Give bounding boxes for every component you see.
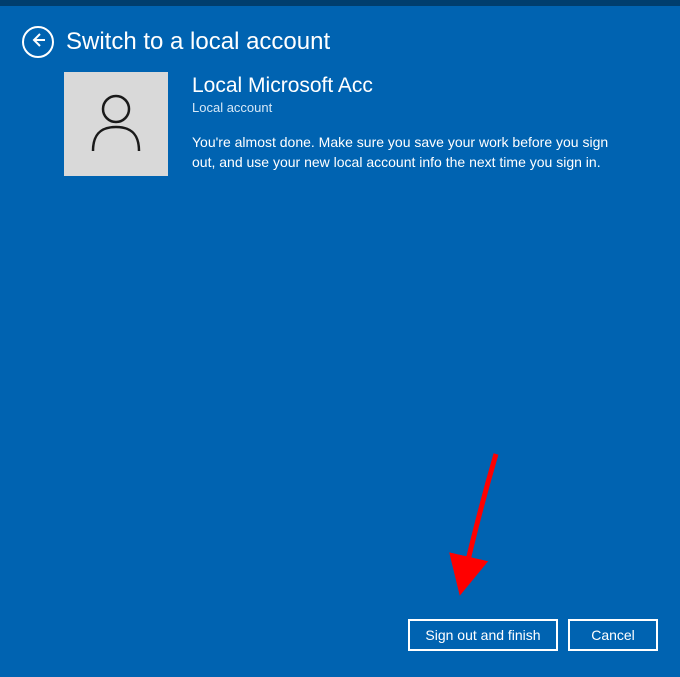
account-description: You're almost done. Make sure you save y… <box>192 133 622 172</box>
avatar <box>64 72 168 176</box>
account-info: Local Microsoft Acc Local account You're… <box>192 72 622 176</box>
annotation-arrow-icon <box>388 446 508 606</box>
cancel-button[interactable]: Cancel <box>568 619 658 651</box>
content-area: Local Microsoft Acc Local account You're… <box>0 68 680 176</box>
account-name: Local Microsoft Acc <box>192 74 622 98</box>
user-icon <box>87 91 145 158</box>
account-type: Local account <box>192 100 622 115</box>
arrow-left-icon <box>30 32 46 53</box>
page-title: Switch to a local account <box>66 28 330 56</box>
footer-buttons: Sign out and finish Cancel <box>408 619 658 651</box>
sign-out-finish-button[interactable]: Sign out and finish <box>408 619 558 651</box>
header: Switch to a local account <box>0 6 680 68</box>
back-button[interactable] <box>22 26 54 58</box>
